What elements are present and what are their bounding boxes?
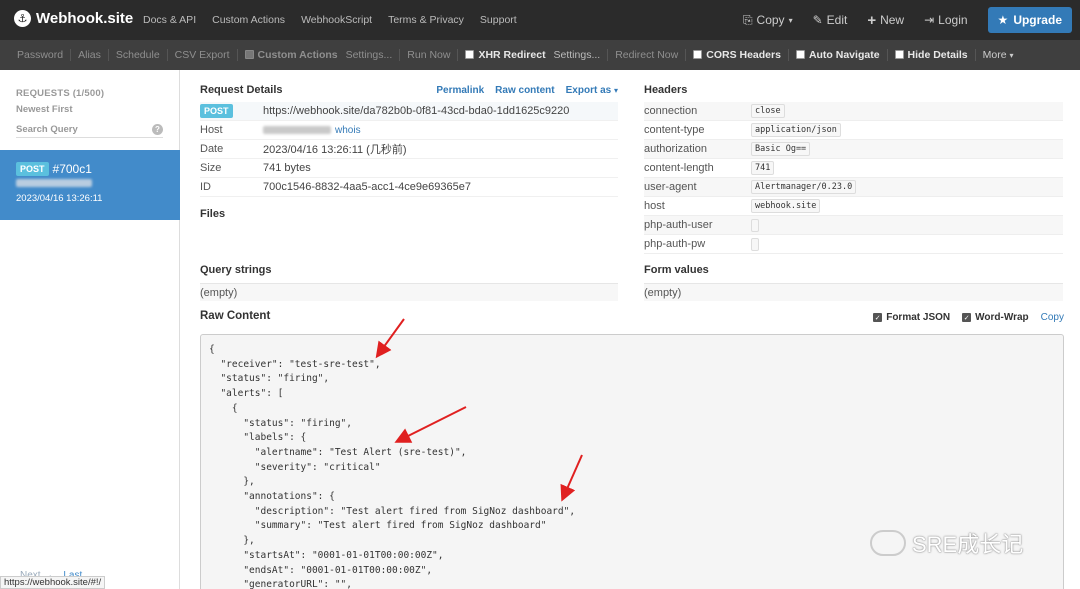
hide-details-label: Hide Details xyxy=(907,49,968,61)
login-icon: ⇥ xyxy=(924,13,935,27)
annotation-arrow xyxy=(560,454,583,502)
hide-details-group[interactable]: Hide Details xyxy=(888,49,976,61)
plus-icon: + xyxy=(867,11,877,29)
xhr-redirect-checkbox[interactable] xyxy=(465,50,475,59)
upgrade-button[interactable]: ★ Upgrade xyxy=(987,7,1072,33)
copy-button[interactable]: ⎘ Copy ▾ xyxy=(743,13,793,28)
alias-button[interactable]: Alias xyxy=(71,49,109,61)
help-icon[interactable]: ? xyxy=(152,124,163,135)
custom-actions-group: Custom Actions Settings... xyxy=(238,49,401,61)
auto-navigate-group[interactable]: Auto Navigate xyxy=(789,49,888,61)
nav-support[interactable]: Support xyxy=(480,14,517,26)
watermark: SRE成长记 xyxy=(870,527,1023,559)
run-now-button[interactable]: Run Now xyxy=(400,49,459,61)
requests-count-header: REQUESTS (1/500) xyxy=(16,88,105,99)
password-button[interactable]: Password xyxy=(10,49,72,61)
edit-icon: ✎ xyxy=(812,13,823,27)
annotation-arrows xyxy=(375,318,583,502)
redirect-now-button[interactable]: Redirect Now xyxy=(608,49,687,61)
caret-down-icon: ▾ xyxy=(1009,51,1014,60)
requests-sidebar: REQUESTS (1/500) Newest First Search Que… xyxy=(0,70,180,589)
method-badge: POST xyxy=(16,162,49,176)
custom-actions-checkbox[interactable] xyxy=(244,50,254,59)
xhr-redirect-group: XHR Redirect Settings... xyxy=(458,49,609,61)
new-label: New xyxy=(880,13,905,27)
webhook-logo-icon: ⚓ xyxy=(14,10,31,27)
nav-terms-privacy[interactable]: Terms & Privacy xyxy=(388,14,464,26)
auto-navigate-label: Auto Navigate xyxy=(808,49,880,61)
cors-headers-checkbox[interactable] xyxy=(693,50,703,59)
annotation-arrow xyxy=(394,406,467,443)
nav-custom-actions[interactable]: Custom Actions xyxy=(212,14,285,26)
search-query-field[interactable]: Search Query ? xyxy=(16,122,163,138)
login-label: Login xyxy=(938,13,968,27)
browser-status-url: https://webhook.site/#!/ xyxy=(0,576,106,589)
nav-webhookscript[interactable]: WebhookScript xyxy=(301,14,372,26)
copy-label: Copy xyxy=(756,13,785,27)
more-label: More xyxy=(982,49,1007,61)
search-query-placeholder: Search Query xyxy=(16,124,78,135)
watermark-text: SRE成长记 xyxy=(912,532,1024,557)
request-id: #700c1 xyxy=(52,162,92,176)
schedule-button[interactable]: Schedule xyxy=(109,49,168,61)
csv-export-button[interactable]: CSV Export xyxy=(168,49,238,61)
brand-link[interactable]: ⚓ Webhook.site xyxy=(14,10,133,27)
edit-label: Edit xyxy=(826,13,848,27)
top-actions: ⎘ Copy ▾ ✎ Edit + New ⇥ Login ★ Upgrade xyxy=(743,7,1072,33)
more-dropdown[interactable]: More ▾ xyxy=(976,49,1021,61)
copy-icon: ⎘ xyxy=(742,12,753,27)
auto-navigate-checkbox[interactable] xyxy=(795,50,805,59)
request-timestamp: 2023/04/16 13:26:11 xyxy=(16,193,103,204)
new-button[interactable]: + New xyxy=(867,12,904,29)
cors-headers-group[interactable]: CORS Headers xyxy=(686,49,789,61)
xhr-redirect-settings[interactable]: Settings... xyxy=(554,49,601,61)
hide-details-checkbox[interactable] xyxy=(894,50,904,59)
caret-down-icon: ▾ xyxy=(788,15,793,25)
sort-order-toggle[interactable]: Newest First xyxy=(0,99,179,120)
star-icon: ★ xyxy=(997,13,1009,27)
custom-actions-label: Custom Actions xyxy=(257,49,338,61)
upgrade-label: Upgrade xyxy=(1013,13,1062,27)
cors-headers-label: CORS Headers xyxy=(706,49,781,61)
request-list-item[interactable]: POST #700c1 2023/04/16 13:26:11 xyxy=(0,150,180,220)
login-button[interactable]: ⇥ Login xyxy=(924,13,967,27)
xhr-redirect-label: XHR Redirect xyxy=(478,49,546,61)
request-ip-redacted xyxy=(16,176,164,189)
nav-docs-api[interactable]: Docs & API xyxy=(143,14,196,26)
top-nav: Docs & API Custom Actions WebhookScript … xyxy=(143,14,517,26)
custom-actions-settings[interactable]: Settings... xyxy=(346,49,393,61)
settings-toolbar: Password Alias Schedule CSV Export Custo… xyxy=(0,40,1080,70)
top-navbar: ⚓ Webhook.site Docs & API Custom Actions… xyxy=(0,0,1080,40)
brand-name: Webhook.site xyxy=(36,10,134,27)
wechat-icon xyxy=(870,530,906,556)
edit-button[interactable]: ✎ Edit xyxy=(813,13,848,27)
request-main-panel: Request Details Permalink Raw content Ex… xyxy=(180,70,1080,589)
annotation-arrow xyxy=(375,318,405,359)
